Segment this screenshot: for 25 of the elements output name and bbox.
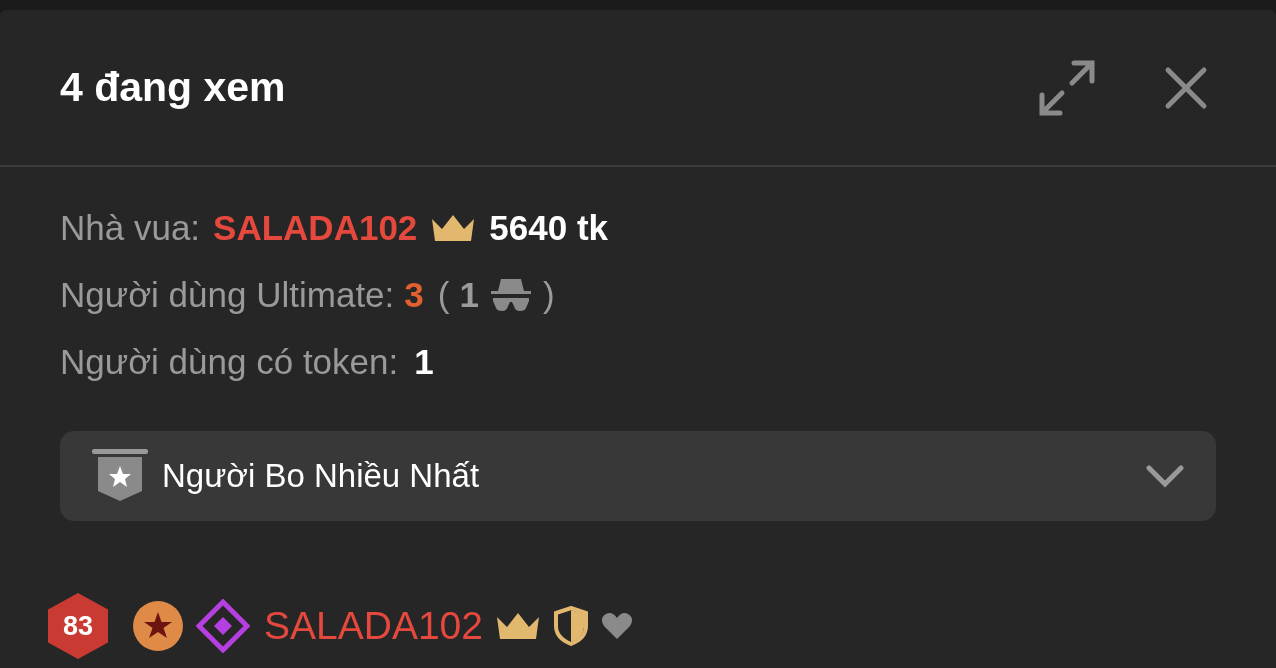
crown-icon <box>430 213 477 243</box>
star-medal-icon <box>132 600 184 652</box>
ultimate-label: Người dùng Ultimate: <box>60 274 395 316</box>
king-label: Nhà vua: <box>60 207 201 249</box>
user-name: SALADA102 <box>264 602 483 649</box>
expand-icon[interactable] <box>1038 58 1096 117</box>
badge-star-icon <box>92 449 148 503</box>
level-badge: 83 <box>48 593 108 659</box>
crown-icon <box>495 611 541 641</box>
heart-icon <box>601 612 633 640</box>
paren-close: ) <box>542 274 555 316</box>
spy-icon <box>488 277 533 313</box>
anonymous-count: 1 <box>459 274 479 316</box>
chevron-icon <box>1146 464 1184 488</box>
paren-open: ( <box>437 274 450 316</box>
ultimate-count: 3 <box>404 274 424 316</box>
token-users-label: Người dùng có token: <box>60 341 399 383</box>
diamond-icon <box>196 599 250 653</box>
king-name: SALADA102 <box>213 207 418 249</box>
king-tokens: 5640 tk <box>489 207 609 249</box>
shield-icon <box>553 606 589 646</box>
ranking-dropdown[interactable]: Người Bo Nhiều Nhất <box>60 431 1216 521</box>
panel-title: 4 đang xem <box>60 62 286 112</box>
close-icon[interactable] <box>1164 65 1208 110</box>
token-users-count: 1 <box>414 341 434 383</box>
